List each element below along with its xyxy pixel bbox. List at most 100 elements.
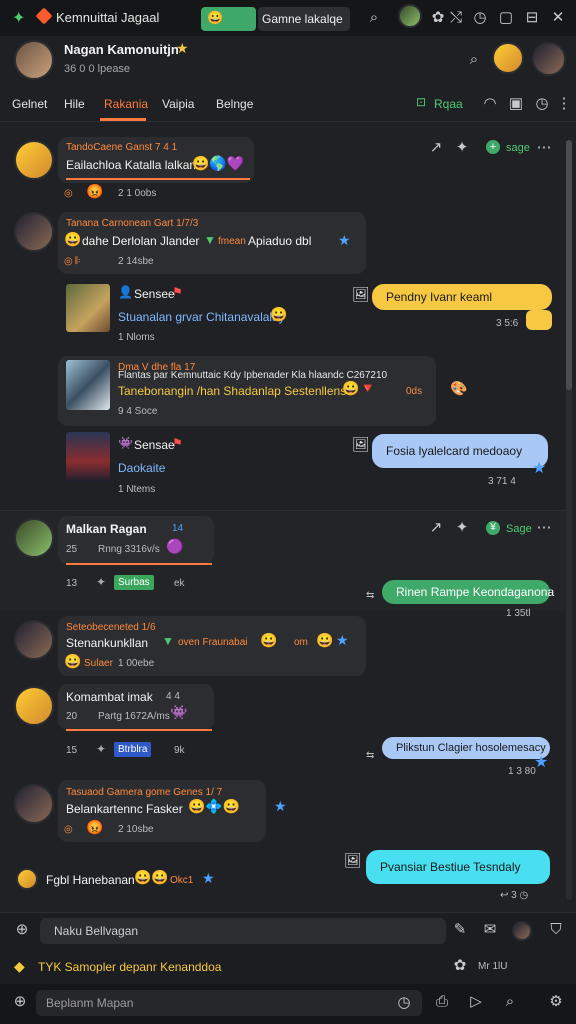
attachment-thumbnail[interactable]	[66, 284, 110, 332]
avatar[interactable]	[398, 4, 422, 28]
message-meta: Partg 1672A/ms	[98, 711, 170, 722]
reaction-emoji[interactable]: 🟣	[166, 538, 183, 555]
sender-avatar[interactable]	[14, 620, 54, 660]
attachment-thumbnail[interactable]	[66, 432, 110, 482]
tag-chip[interactable]: Btrblra	[114, 742, 152, 757]
send-icon[interactable]: ▷	[466, 992, 486, 1012]
message-sub: TandoCaene Ganst 7 4 1	[66, 142, 178, 153]
gamepad-icon[interactable]: ✿	[428, 8, 448, 28]
message-text: dahe Derlolan Jlander	[82, 234, 200, 248]
sender-name: Malkan Ragan	[66, 522, 147, 536]
sender-avatar[interactable]	[14, 784, 54, 824]
shield-icon[interactable]: ⛉	[546, 920, 566, 940]
more-icon[interactable]: ⋯	[534, 138, 554, 158]
sparkle-icon: ★	[202, 870, 215, 886]
reaction-emoji[interactable]: 🖼	[352, 436, 370, 453]
bookmark-icon[interactable]: ⎙	[432, 992, 452, 1012]
box-icon[interactable]: ▣	[506, 94, 526, 114]
clock-icon[interactable]: ◷	[532, 94, 552, 114]
member-avatar[interactable]	[532, 42, 566, 76]
share-icon[interactable]: ⤭	[446, 8, 466, 28]
group-avatar[interactable]	[14, 40, 54, 80]
search-icon[interactable]: ⌕	[464, 50, 484, 70]
tag-chip[interactable]: Surbas	[114, 575, 154, 590]
sender-avatar[interactable]	[14, 686, 54, 726]
reaction-emoji[interactable]: 😀	[64, 653, 81, 670]
sender-avatar[interactable]	[14, 140, 54, 180]
tab-belnge[interactable]: Belnge	[216, 97, 253, 111]
clock-icon[interactable]: ◷	[394, 993, 414, 1013]
forward-icon[interactable]: ⇆	[366, 590, 374, 601]
scrollbar-thumb[interactable]	[566, 140, 572, 390]
attachment-thumbnail[interactable]	[66, 360, 110, 410]
status-pill[interactable]: 😀	[201, 7, 256, 31]
add-reaction-icon[interactable]: +	[486, 140, 500, 154]
attach-icon[interactable]: ⊕	[12, 920, 32, 940]
sparkle-icon: ★	[274, 798, 287, 814]
sender-avatar[interactable]	[16, 868, 38, 890]
compose-input[interactable]: Beplanm Mapan	[36, 990, 422, 1016]
active-tab-label[interactable]: Gamne lakalqe	[258, 7, 350, 31]
edit-icon[interactable]: ✎	[450, 920, 470, 940]
message-extra: Okc1	[170, 875, 194, 886]
reaction-icon[interactable]: ◎	[64, 824, 73, 835]
forward-icon[interactable]: ⇆	[366, 750, 374, 761]
reaction-emoji[interactable]: 😡	[86, 819, 103, 836]
outgoing-bubble: Pendny Ivanr keaml	[372, 284, 552, 310]
reaction-emoji[interactable]: 🎨	[450, 380, 467, 397]
add-reaction-icon[interactable]: ¥	[486, 521, 500, 535]
sender-avatar[interactable]	[14, 212, 54, 252]
message-count: 25	[66, 544, 78, 555]
star-icon: ★	[176, 40, 189, 56]
sender-badge: 4 4	[166, 691, 180, 702]
more-icon[interactable]: ⋮	[554, 94, 574, 114]
outgoing-bubble: Pvansiar Bestiue Tesndaly	[366, 850, 550, 884]
clock-icon[interactable]: ◷	[470, 8, 490, 28]
message-text: Fgbl Hanebanan	[46, 873, 135, 887]
add-icon[interactable]: ⊕	[10, 992, 30, 1012]
rqaa-icon[interactable]: ⊡	[416, 95, 426, 109]
reaction-icon[interactable]: ◎ 𝄆	[64, 256, 80, 267]
reply-icon[interactable]: ↗	[426, 518, 446, 538]
settings-icon[interactable]: ⚙	[546, 992, 566, 1012]
reaction-emoji[interactable]: 🖼	[344, 852, 362, 869]
mail-icon[interactable]: ✉	[480, 920, 500, 940]
save-action[interactable]: Sage	[506, 523, 532, 535]
reaction-emoji[interactable]: 👾	[170, 704, 187, 721]
status-right: Mr 1lU	[478, 961, 508, 972]
row-count: 15	[66, 745, 78, 756]
reply-icon[interactable]: ↗	[426, 138, 446, 158]
close-icon[interactable]: ✕	[548, 8, 568, 28]
minimize-icon[interactable]: ⊟	[522, 8, 542, 28]
more-icon[interactable]: ⋯	[534, 518, 554, 538]
search-icon[interactable]: ⌕	[500, 992, 520, 1012]
emoji-icon: 😀💠😀	[188, 798, 241, 814]
sender-avatar[interactable]	[14, 518, 54, 558]
emoji-icon: 😀	[64, 231, 82, 247]
settings-icon[interactable]: ✿	[450, 956, 470, 976]
attachment-title: Sensee	[134, 287, 175, 301]
sender-badge: 14	[172, 523, 184, 534]
tab-gelnet[interactable]: Gelnet	[12, 97, 47, 111]
tab-hile[interactable]: Hile	[64, 97, 85, 111]
avatar[interactable]	[512, 921, 532, 941]
group-name: Nagan Kamonuitjn	[64, 42, 179, 57]
message-meta: 2 10sbe	[118, 824, 154, 835]
message-sub: Tanana Carnonean Gart 1/7/3	[66, 218, 199, 229]
tab-rakania[interactable]: Rakania	[104, 97, 148, 111]
tab-vaipia[interactable]: Vaipia	[162, 97, 194, 111]
tab-rqaa[interactable]: Rqaa	[434, 97, 463, 111]
search-icon[interactable]: ⌕	[364, 8, 384, 28]
reaction-emoji[interactable]: 😡	[86, 183, 103, 200]
meta-label: Sulaer	[84, 658, 113, 669]
reaction-icon[interactable]: ◎	[64, 188, 73, 199]
pin-icon[interactable]: ✦	[452, 518, 472, 538]
reaction-emoji[interactable]: 🖼	[352, 286, 370, 303]
window-icon[interactable]: ▢	[496, 8, 516, 28]
message-sub: Tasuaod Gamera gome Genes 1/ 7	[66, 787, 223, 798]
pin-icon[interactable]: ✦	[452, 138, 472, 158]
signal-icon[interactable]: ◠	[480, 94, 500, 114]
member-avatar[interactable]	[492, 42, 524, 74]
save-action[interactable]: sage	[506, 142, 530, 154]
reply-input[interactable]: Naku Bellvagan	[40, 918, 446, 944]
